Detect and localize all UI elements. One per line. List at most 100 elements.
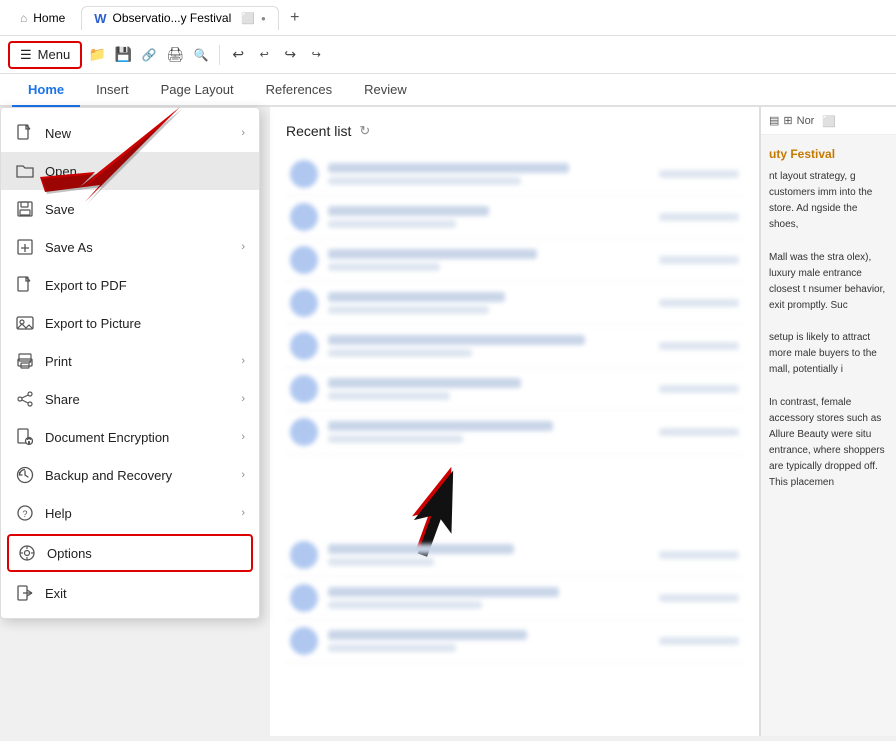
menu-item-export-pdf[interactable]: Export to PDF <box>1 266 259 304</box>
export-picture-label: Export to Picture <box>45 316 245 331</box>
layout-icon[interactable]: ⬜ <box>822 115 836 128</box>
title-bar: ⌂ Home W Observatio...y Festival ⬜ ● + <box>0 0 896 36</box>
exit-icon <box>15 583 35 603</box>
open-label: Open <box>45 164 245 179</box>
recent-text-4 <box>328 292 649 314</box>
doc-text-area: uty Festival nt layout strategy, g custo… <box>761 135 896 501</box>
recent-text-8 <box>328 544 649 566</box>
recent-item-9[interactable] <box>286 577 743 620</box>
tab-nav-page-layout[interactable]: Page Layout <box>145 74 250 107</box>
print-label: Print <box>45 354 231 369</box>
recent-item-3[interactable] <box>286 239 743 282</box>
tab-nav-references[interactable]: References <box>250 74 348 107</box>
word-icon: W <box>94 11 106 26</box>
undo2-icon[interactable]: ↩ <box>253 44 275 66</box>
recent-icon-8 <box>290 541 318 569</box>
recent-item-6[interactable] <box>286 368 743 411</box>
doc-tab-label: Observatio...y Festival <box>113 11 232 25</box>
menu-button[interactable]: ☰ Menu <box>8 41 82 69</box>
home-tab-icon: ⌂ <box>20 11 27 25</box>
recent-icon-4 <box>290 289 318 317</box>
document-panel: ▤ ⊞ Nor ⬜ uty Festival nt layout strateg… <box>760 107 896 736</box>
recent-date-5 <box>659 342 739 350</box>
backup-arrow-icon: › <box>241 469 245 481</box>
backup-icon <box>15 465 35 485</box>
doc-toolbar: ▤ ⊞ Nor ⬜ <box>761 107 896 135</box>
new-file-icon <box>15 123 35 143</box>
recent-icon-5 <box>290 332 318 360</box>
ruler-icon[interactable]: ▤ <box>769 114 779 127</box>
recent-icon-7 <box>290 418 318 446</box>
recent-text-5 <box>328 335 649 357</box>
festival-title: uty Festival <box>769 145 888 163</box>
link-icon[interactable]: 🔗 <box>138 44 160 66</box>
tab-nav-home[interactable]: Home <box>12 74 80 107</box>
recent-icon-1 <box>290 160 318 188</box>
refresh-icon[interactable]: ↻ <box>359 123 370 139</box>
doc-label: Nor <box>797 115 815 127</box>
save-icon[interactable]: 💾 <box>112 44 134 66</box>
menu-label: Menu <box>38 47 71 62</box>
menu-item-exit[interactable]: Exit <box>1 574 259 612</box>
tab-close-icon[interactable]: ⬜ <box>241 12 255 25</box>
recent-header: Recent list ↻ <box>286 123 743 139</box>
menu-item-backup[interactable]: Backup and Recovery › <box>1 456 259 494</box>
recent-item-1[interactable] <box>286 153 743 196</box>
home-tab-label: Home <box>33 11 65 25</box>
recent-panel: Recent list ↻ <box>270 107 760 736</box>
recent-item-5[interactable] <box>286 325 743 368</box>
print-icon[interactable]: 🖨 <box>164 44 186 66</box>
recent-item-7[interactable] <box>286 411 743 454</box>
menu-item-save[interactable]: Save <box>1 190 259 228</box>
tab-nav-review[interactable]: Review <box>348 74 423 107</box>
recent-text-1 <box>328 163 649 185</box>
menu-item-doc-encryption[interactable]: Document Encryption › <box>1 418 259 456</box>
new-arrow-icon: › <box>241 127 245 139</box>
doc-body-text-1: nt layout strategy, g customers imm into… <box>769 169 888 233</box>
tab-home[interactable]: ⌂ Home <box>8 7 77 29</box>
new-label: New <box>45 126 231 141</box>
save-menu-icon <box>15 199 35 219</box>
svg-text:?: ? <box>22 509 27 519</box>
help-icon: ? <box>15 503 35 523</box>
share-arrow-icon: › <box>241 393 245 405</box>
help-label: Help <box>45 506 231 521</box>
menu-item-options[interactable]: Options <box>7 534 253 572</box>
dropdown-menu: New › Open Save Save As › Ex <box>0 107 260 619</box>
recent-date-2 <box>659 213 739 221</box>
redo-icon[interactable]: ↪ <box>279 44 301 66</box>
menu-item-save-as[interactable]: Save As › <box>1 228 259 266</box>
exit-label: Exit <box>45 586 245 601</box>
save-as-arrow-icon: › <box>241 241 245 253</box>
menu-item-open[interactable]: Open <box>1 152 259 190</box>
recent-text-6 <box>328 378 649 400</box>
recent-text-3 <box>328 249 649 271</box>
menu-item-share[interactable]: Share › <box>1 380 259 418</box>
folder-icon[interactable]: 📁 <box>86 44 108 66</box>
tab-nav-insert[interactable]: Insert <box>80 74 145 107</box>
undo-icon[interactable]: ↩ <box>227 44 249 66</box>
save-label: Save <box>45 202 245 217</box>
recent-item-10[interactable] <box>286 620 743 663</box>
recent-item-8[interactable] <box>286 534 743 577</box>
new-tab-button[interactable]: + <box>283 6 307 30</box>
save-as-icon <box>15 237 35 257</box>
zoom-icon[interactable]: 🔍 <box>190 44 212 66</box>
nav-tabs: Home Insert Page Layout References Revie… <box>0 74 896 107</box>
export-pdf-label: Export to PDF <box>45 278 245 293</box>
recent-item-2[interactable] <box>286 196 743 239</box>
grid-icon[interactable]: ⊞ <box>783 114 792 127</box>
tab-document[interactable]: W Observatio...y Festival ⬜ ● <box>81 6 279 30</box>
share-icon <box>15 389 35 409</box>
menu-item-print[interactable]: Print › <box>1 342 259 380</box>
toolbar: ☰ Menu 📁 💾 🔗 🖨 🔍 ↩ ↩ ↪ ↪ <box>0 36 896 74</box>
menu-item-help[interactable]: ? Help › <box>1 494 259 532</box>
recent-date-3 <box>659 256 739 264</box>
redo2-icon[interactable]: ↪ <box>305 44 327 66</box>
menu-item-export-picture[interactable]: Export to Picture <box>1 304 259 342</box>
menu-item-new[interactable]: New › <box>1 114 259 152</box>
recent-date-1 <box>659 170 739 178</box>
export-pdf-icon <box>15 275 35 295</box>
recent-item-4[interactable] <box>286 282 743 325</box>
recent-text-2 <box>328 206 649 228</box>
